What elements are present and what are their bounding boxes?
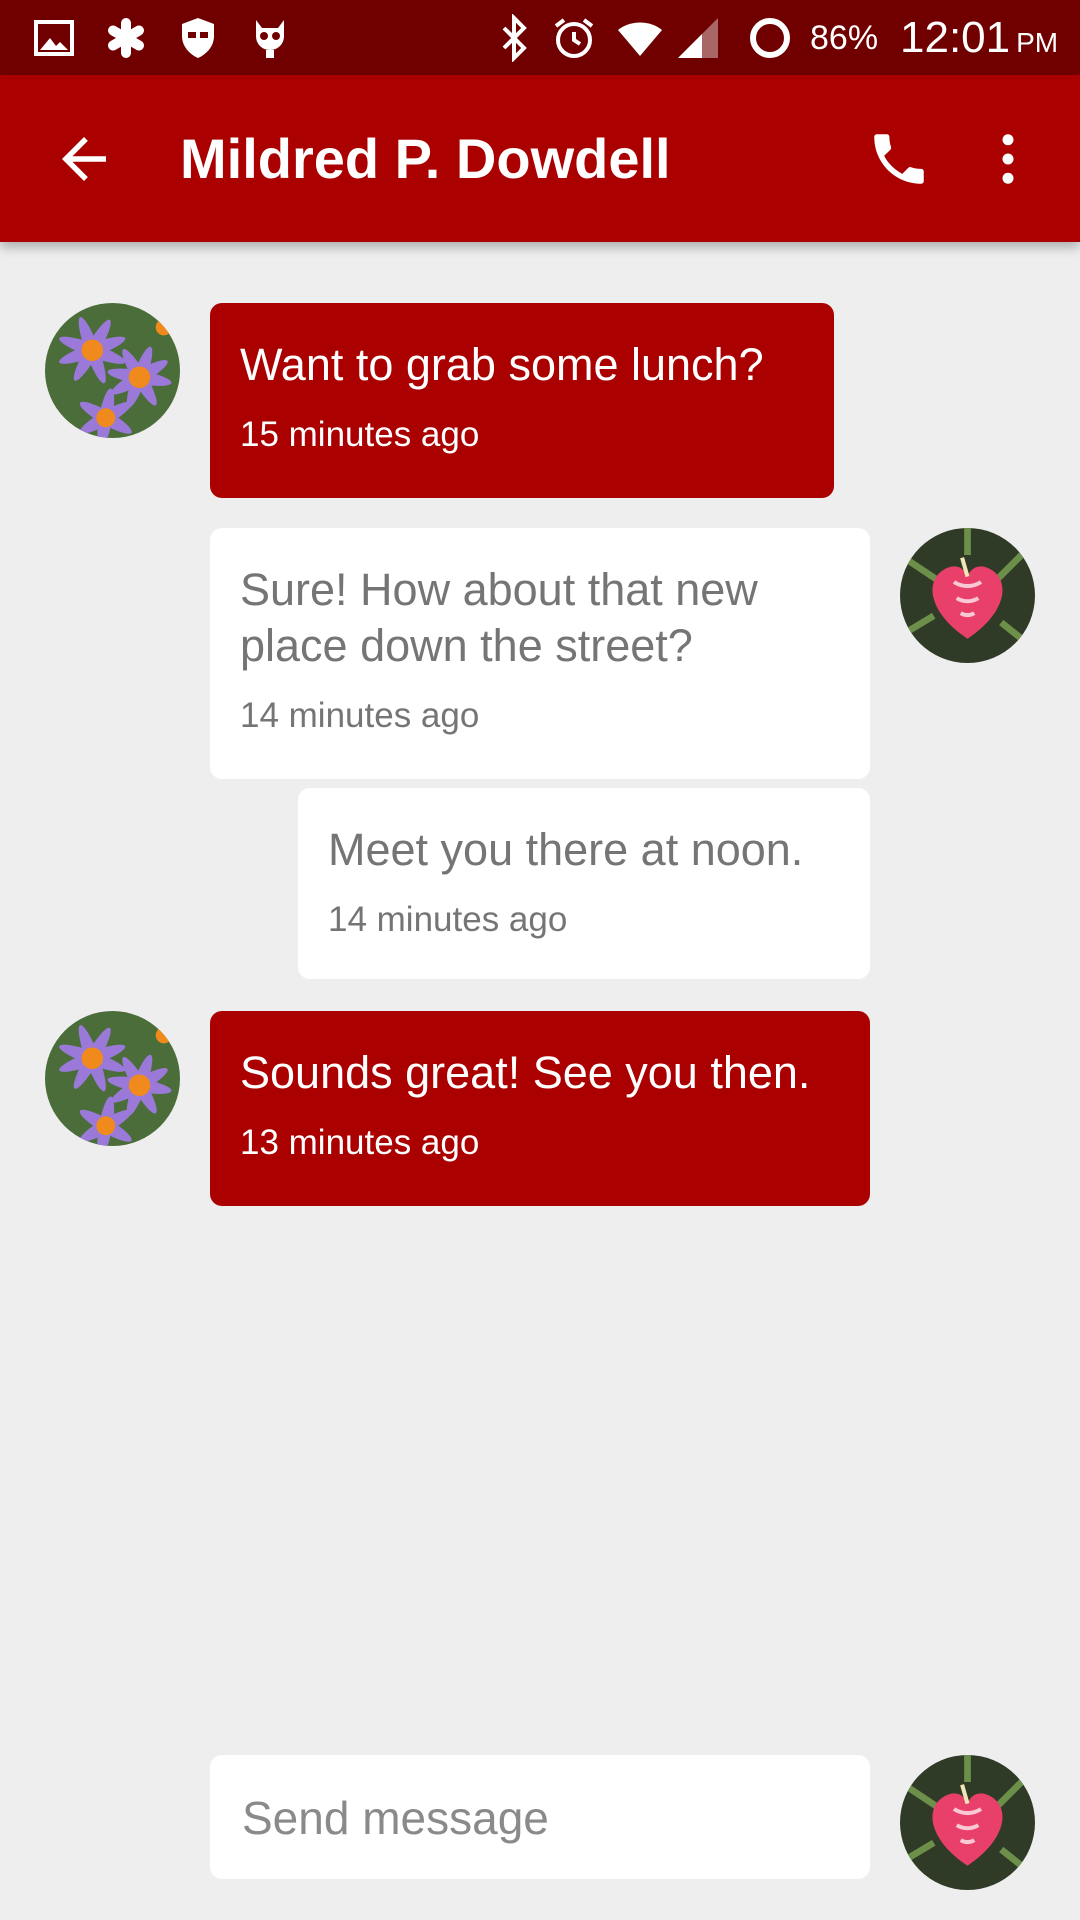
bluetooth-icon xyxy=(490,14,538,62)
battery-percent: 86% xyxy=(810,19,879,57)
message-text: Want to grab some lunch? xyxy=(240,339,764,390)
flower-avatar-icon xyxy=(45,303,180,438)
composer xyxy=(210,1755,870,1881)
status-bar: 86% 12:01 PM xyxy=(0,0,1080,75)
message-time: 14 minutes ago xyxy=(240,696,480,735)
message-time: 14 minutes ago xyxy=(328,900,568,939)
heart-flower-avatar-icon xyxy=(900,528,1035,663)
send-message-input[interactable] xyxy=(240,1755,844,1881)
wifi-icon xyxy=(616,14,664,62)
my-avatar[interactable] xyxy=(900,1755,1035,1890)
message-text: Sure! How about that new place down the … xyxy=(240,564,758,671)
battery-ring-icon xyxy=(746,14,794,62)
clock-time: 12:01 xyxy=(900,13,1011,62)
message-bubble-incoming[interactable]: Sounds great! See you then. 13 minutes a… xyxy=(210,1011,870,1206)
shield-icon xyxy=(174,14,222,62)
more-vert-icon xyxy=(1002,134,1014,184)
message-time: 13 minutes ago xyxy=(240,1123,480,1162)
cell-signal-icon xyxy=(674,14,722,62)
more-options-button[interactable] xyxy=(975,126,1041,192)
phone-icon xyxy=(874,134,924,184)
message-text: Sounds great! See you then. xyxy=(240,1047,811,1098)
app-bar: Mildred P. Dowdell xyxy=(0,75,1080,242)
message-text: Meet you there at noon. xyxy=(328,824,804,875)
contact-avatar[interactable] xyxy=(45,1011,180,1146)
asterisk-icon xyxy=(102,14,150,62)
page-title: Mildred P. Dowdell xyxy=(180,127,671,190)
message-bubble-outgoing[interactable]: Meet you there at noon. 14 minutes ago xyxy=(298,788,870,979)
image-icon xyxy=(30,14,78,62)
message-time: 15 minutes ago xyxy=(240,415,480,454)
alarm-icon xyxy=(550,14,598,62)
my-avatar[interactable] xyxy=(900,528,1035,663)
robot-icon xyxy=(246,14,294,62)
message-bubble-incoming[interactable]: Want to grab some lunch? 15 minutes ago xyxy=(210,303,834,498)
back-button[interactable] xyxy=(51,126,117,192)
flower-avatar-icon xyxy=(45,1011,180,1146)
clock: 12:01 PM xyxy=(900,14,1058,62)
arrow-back-icon xyxy=(62,137,106,181)
clock-ampm: PM xyxy=(1016,27,1059,58)
contact-avatar[interactable] xyxy=(45,303,180,438)
call-button[interactable] xyxy=(866,126,932,192)
heart-flower-avatar-icon xyxy=(900,1755,1035,1890)
message-bubble-outgoing[interactable]: Sure! How about that new place down the … xyxy=(210,528,870,779)
